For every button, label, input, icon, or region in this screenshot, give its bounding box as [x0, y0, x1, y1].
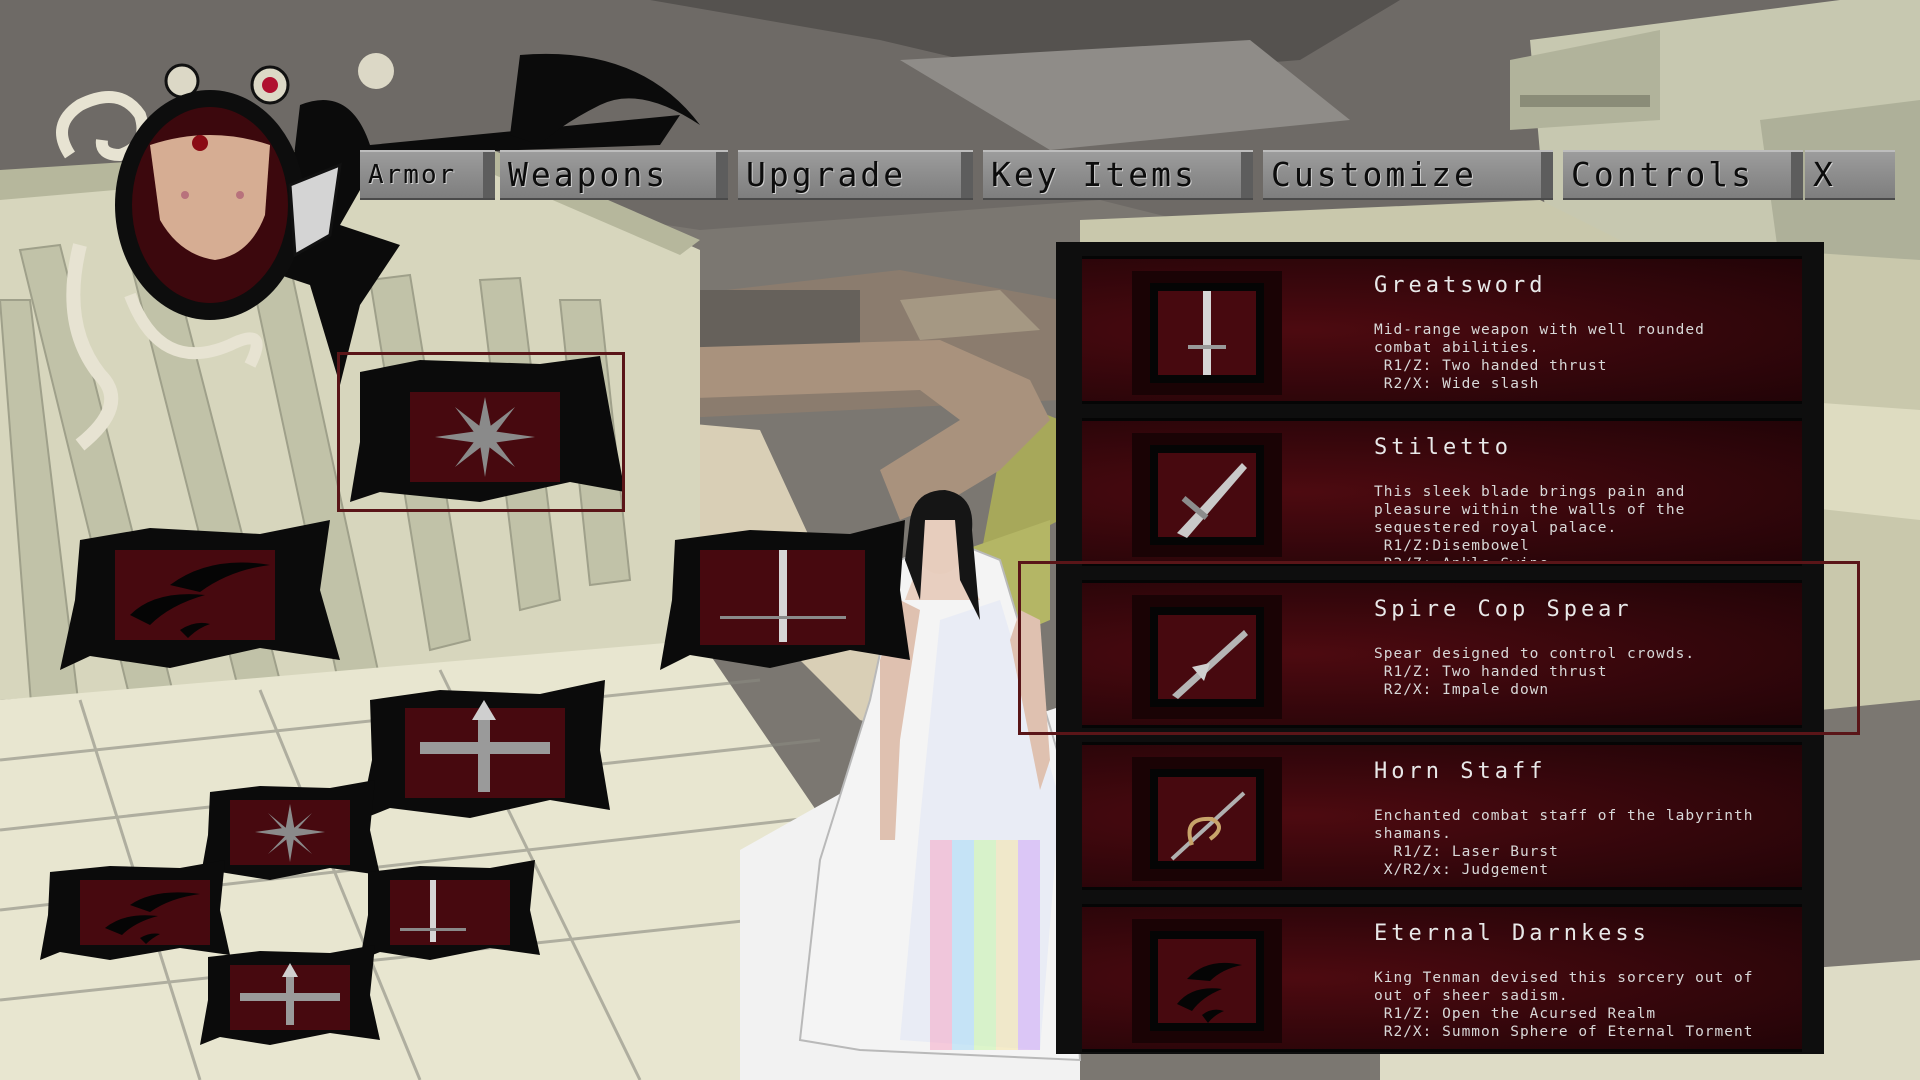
weapon-name: Eternal Darnkess: [1374, 921, 1650, 946]
weapon-description: Enchanted combat staff of the labyrinth …: [1374, 808, 1754, 878]
weapon-row-stiletto[interactable]: Stiletto This sleek blade brings pain an…: [1082, 418, 1802, 566]
equip-slot-left[interactable]: [60, 520, 340, 670]
horn-staff-icon: [1132, 757, 1282, 881]
tab-key-items[interactable]: Key Items: [983, 150, 1253, 200]
dark-claw-icon: [1132, 919, 1282, 1043]
weapon-name: Stiletto: [1374, 435, 1512, 460]
equip-slot-mini-right[interactable]: [360, 860, 540, 960]
equip-slot-mini-bottom[interactable]: [200, 945, 380, 1045]
greatsword-icon: [1132, 271, 1282, 395]
weapon-description: King Tenman devised this sorcery out of …: [1374, 970, 1754, 1040]
equip-slot-bottom[interactable]: [360, 680, 610, 820]
tab-upgrade[interactable]: Upgrade: [738, 150, 973, 200]
tab-customize[interactable]: Customize: [1263, 150, 1553, 200]
weapon-row-horn-staff[interactable]: Horn Staff Enchanted combat staff of the…: [1082, 742, 1802, 890]
weapon-row-greatsword[interactable]: Greatsword Mid-range weapon with well ro…: [1082, 256, 1802, 404]
menu-tab-bar: Armor Weapons Upgrade Key Items Customiz…: [360, 150, 1895, 200]
weapon-row-eternal-darkness[interactable]: Eternal Darnkess King Tenman devised thi…: [1082, 904, 1802, 1052]
tab-armor[interactable]: Armor: [360, 150, 495, 200]
weapon-name: Horn Staff: [1374, 759, 1547, 784]
weapon-description: Mid-range weapon with well rounded comba…: [1374, 322, 1705, 392]
equip-slot-right[interactable]: [660, 520, 910, 670]
close-button[interactable]: X: [1805, 150, 1895, 200]
slot-selection-highlight: [337, 352, 625, 512]
stiletto-icon: [1132, 433, 1282, 557]
tab-weapons[interactable]: Weapons: [500, 150, 728, 200]
tab-controls[interactable]: Controls: [1563, 150, 1803, 200]
weapon-name: Greatsword: [1374, 273, 1547, 298]
weapon-selection-highlight: [1018, 561, 1860, 735]
weapon-description: This sleek blade brings pain and pleasur…: [1374, 484, 1686, 563]
